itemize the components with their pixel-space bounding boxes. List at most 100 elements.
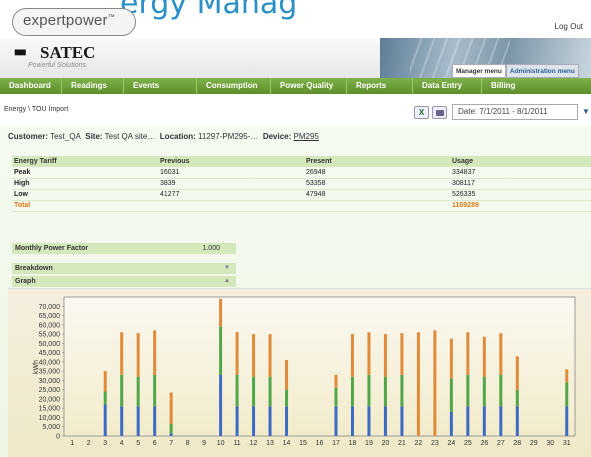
x-tick-label: 6 [153, 440, 157, 447]
y-tick-label: 70,000 [39, 304, 61, 311]
bar-segment [268, 334, 272, 377]
bar-segment [400, 406, 404, 436]
trademark: ™ [107, 14, 115, 21]
menu-tabs: Manager menu Administration menu [452, 64, 579, 78]
breakdown-toggle[interactable]: Breakdown ▼ [12, 263, 236, 274]
bar-segment [285, 406, 289, 436]
cell-present: 53358 [304, 178, 450, 190]
nav-consumption[interactable]: Consumption [197, 78, 271, 94]
chart-area: 0 5,000 10,000 15,000 20,000 25,000 30,000 35,0… [8, 288, 591, 457]
bar-segment [466, 374, 470, 407]
x-tick-label: 21 [398, 440, 406, 447]
graph-label: Graph [15, 278, 36, 285]
bar-segment [285, 360, 289, 390]
bar-segment [252, 406, 256, 436]
table-row: Peak 16031 26948 334837 [12, 167, 591, 179]
satec-name: SATEC [40, 43, 96, 62]
bar-segment [285, 389, 289, 407]
x-tick-label: 18 [349, 440, 357, 447]
x-tick-label: 9 [202, 440, 206, 447]
breadcrumb-parent[interactable]: Energy [4, 106, 26, 113]
chevron-down-icon: ▼ [224, 265, 230, 271]
y-tick-label: 65,000 [39, 313, 61, 320]
table-header-row: Energy Tariff Previous Present Usage [12, 156, 591, 167]
x-tick-label: 25 [464, 440, 472, 447]
device-link[interactable]: PM295 [294, 132, 319, 141]
bar-segment [235, 332, 239, 375]
nav-dashboard[interactable]: Dashboard [0, 78, 62, 94]
bar-segment [169, 392, 173, 424]
x-tick-label: 29 [530, 440, 538, 447]
x-tick-label: 22 [415, 440, 423, 447]
print-icon[interactable] [432, 106, 447, 119]
row-label: Low [12, 189, 158, 201]
bar-segment [120, 406, 124, 436]
bar-segment [515, 356, 519, 390]
bar-segment [350, 334, 354, 377]
bar-segment [120, 374, 124, 407]
bar-segment [252, 334, 256, 377]
nav-readings[interactable]: Readings [62, 78, 124, 94]
cell-usage: 308117 [450, 178, 591, 190]
bar-segment [400, 333, 404, 375]
tab-manager-menu[interactable]: Manager menu [452, 64, 506, 78]
cell-previous: 41277 [158, 189, 304, 201]
bar-segment [219, 374, 223, 436]
main-nav: Dashboard Readings Events Consumption Po… [0, 78, 591, 94]
x-tick-label: 14 [283, 440, 291, 447]
cell-present: 26948 [304, 167, 450, 179]
export-excel-icon[interactable]: X [414, 106, 429, 119]
satec-logo: ■■ SATEC Powerful Solutions [14, 43, 114, 72]
bar-segment [120, 332, 124, 375]
nav-events[interactable]: Events [124, 78, 197, 94]
cell-usage: 334837 [450, 167, 591, 179]
total-label: Total [12, 200, 158, 212]
expertpower-logo[interactable]: expertpower™ [12, 8, 136, 36]
chevron-up-icon: ▲ [224, 278, 230, 284]
y-tick-label: 10,000 [39, 415, 61, 422]
breadcrumb-current: TOU Import [31, 106, 69, 113]
x-tick-label: 17 [332, 440, 340, 447]
y-tick-label: 20,000 [39, 396, 61, 403]
col-header-usage: Usage [450, 156, 591, 167]
y-tick-label: 5,000 [42, 424, 60, 431]
breadcrumb: Energy \ TOU Import [4, 106, 68, 113]
bar-segment [466, 406, 470, 436]
bar-segment [400, 374, 404, 407]
cell-previous: 16031 [158, 167, 304, 179]
logout-link[interactable]: Log Out [555, 22, 583, 31]
bar-segment [565, 369, 569, 383]
x-tick-label: 31 [563, 440, 571, 447]
tab-administration-menu[interactable]: Administration menu [505, 64, 579, 78]
customer-value: Test_QA [50, 132, 81, 141]
date-range-input[interactable]: Date: 7/1/2011 - 8/1/2011 [452, 104, 578, 120]
x-tick-label: 23 [431, 440, 439, 447]
nav-data-entry[interactable]: Data Entry [413, 78, 482, 94]
graph-toggle[interactable]: Graph ▲ [12, 276, 236, 287]
customer-label: Customer: [8, 132, 49, 141]
brand-name: expertpower [23, 12, 108, 29]
bar-segment [499, 406, 503, 436]
x-tick-label: 16 [316, 440, 324, 447]
x-tick-label: 20 [382, 440, 390, 447]
page: { "banner_text": "ergy Manag", "brand": … [0, 0, 591, 457]
x-tick-label: 15 [299, 440, 307, 447]
x-tick-label: 10 [217, 440, 225, 447]
bar-segment [383, 406, 387, 436]
x-tick-label: 8 [186, 440, 190, 447]
x-tick-label: 11 [233, 440, 240, 447]
col-header-present: Present [304, 156, 450, 167]
bar-segment [103, 404, 107, 436]
bar-segment [482, 376, 486, 407]
x-tick-label: 4 [120, 440, 124, 447]
bar-segment [136, 333, 140, 377]
nav-billing[interactable]: Billing [482, 78, 591, 94]
chevron-down-icon[interactable]: ▼ [582, 107, 590, 116]
customer-bar: Customer: Test_QA Site: Test QA site… Lo… [8, 132, 591, 146]
nav-power-quality[interactable]: Power Quality [271, 78, 347, 94]
kwh-bar-chart: 0 5,000 10,000 15,000 20,000 25,000 30,000 35,0… [33, 296, 576, 447]
bar-segment [482, 336, 486, 377]
nav-reports[interactable]: Reports [347, 78, 413, 94]
bar-segment [383, 334, 387, 377]
power-factor-label: Monthly Power Factor [15, 245, 89, 252]
